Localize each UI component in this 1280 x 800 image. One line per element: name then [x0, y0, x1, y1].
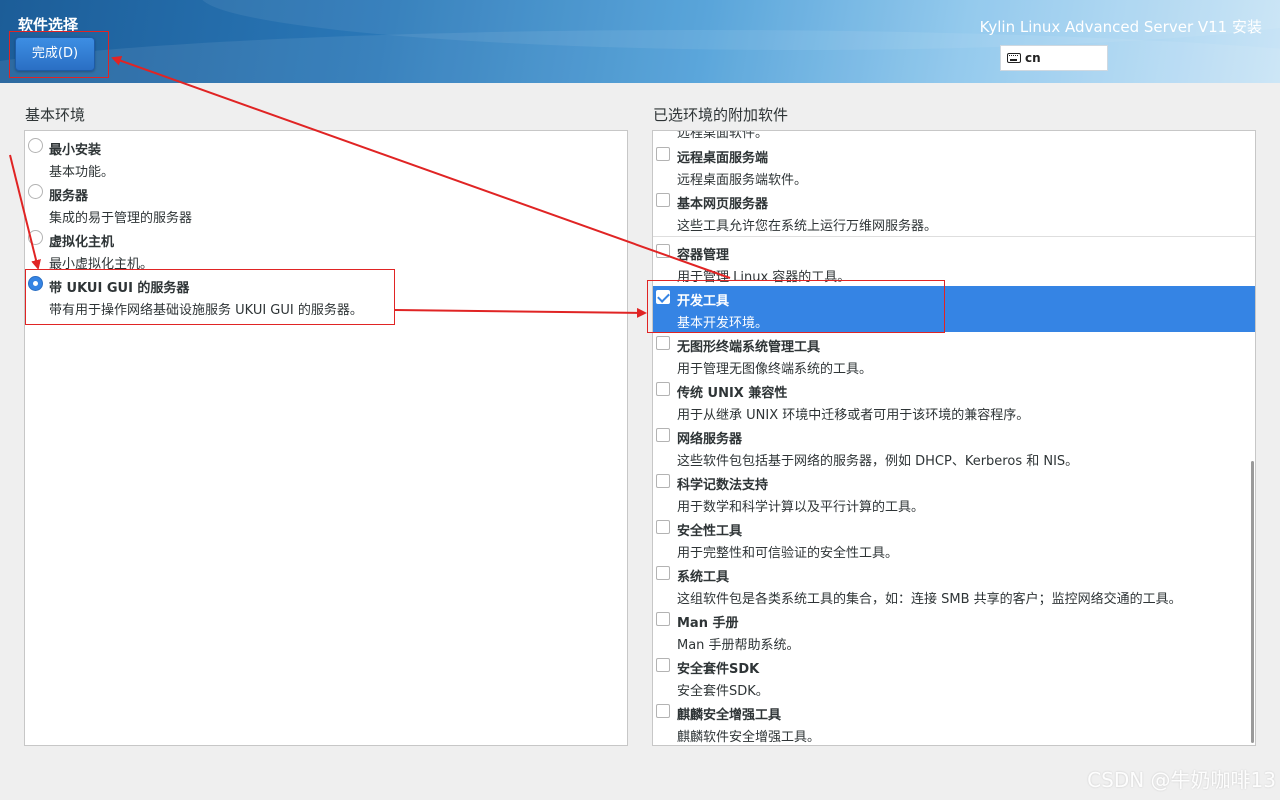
annotation-arrows	[9, 55, 731, 318]
annotation-arrow	[9, 154, 41, 270]
watermark: CSDN @牛奶咖啡13	[1087, 768, 1276, 792]
annotation-arrow	[394, 307, 647, 318]
annotation-arrow	[111, 55, 731, 279]
